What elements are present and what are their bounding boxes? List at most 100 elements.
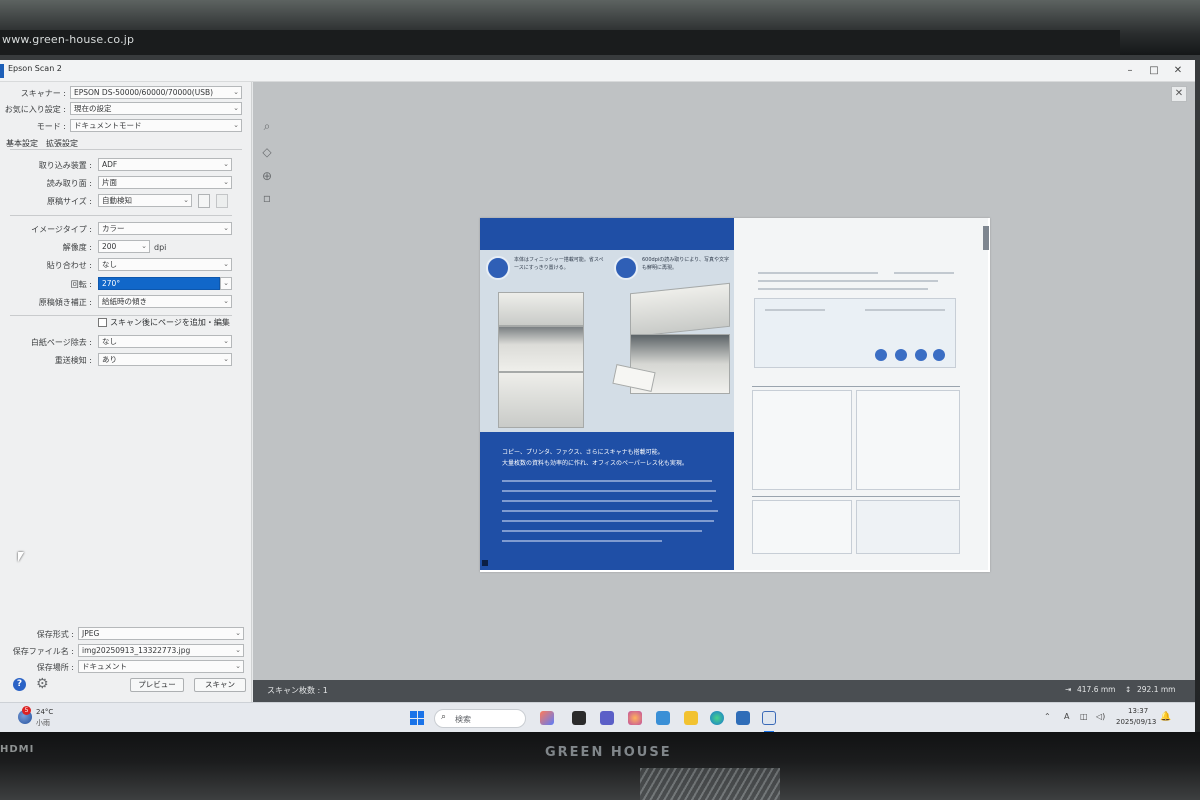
folder-select-value: ドキュメント (82, 662, 127, 671)
chevron-down-icon: ⌄ (223, 260, 229, 268)
weather-temperature: 24°C (36, 708, 54, 716)
format-label: 保存形式 : (36, 630, 74, 639)
document-text-line (894, 272, 954, 274)
store-icon[interactable] (736, 711, 750, 725)
blank-skip-select-value: なし (102, 337, 117, 346)
sides-select[interactable]: 片面 ⌄ (98, 176, 232, 189)
task-view-icon[interactable] (572, 711, 586, 725)
network-icon[interactable]: ◫ (1080, 712, 1088, 721)
chevron-down-icon[interactable]: ⌄ (220, 277, 232, 290)
document-text-line (758, 272, 878, 274)
skew-select[interactable]: 給紙時の傾き ⌄ (98, 295, 232, 308)
thumbnail-icon[interactable]: ▫ (259, 190, 275, 206)
teams-icon[interactable] (600, 711, 614, 725)
preview-close-icon[interactable]: ✕ (1171, 86, 1187, 102)
copilot-icon[interactable] (540, 711, 554, 725)
source-select[interactable]: ADF ⌄ (98, 158, 232, 171)
document-page-marker (482, 560, 488, 566)
preview-button[interactable]: プレビュー (130, 678, 184, 692)
document-text-line (765, 309, 825, 311)
height-ruler-icon: ↕ (1125, 685, 1132, 694)
tab-advanced-settings[interactable]: 拡張設定 (46, 138, 78, 149)
add-pages-checkbox[interactable] (98, 318, 107, 327)
bezel-hdmi-label: HDMI (0, 744, 35, 755)
zoom-icon[interactable]: ⌕ (259, 118, 275, 134)
volume-icon[interactable]: ◁) (1096, 712, 1105, 721)
search-placeholder: 検索 (455, 715, 471, 724)
width-value: 417.6 mm (1077, 685, 1116, 694)
file-explorer-icon[interactable] (684, 711, 698, 725)
chevron-down-icon: ⌄ (223, 297, 229, 305)
imagetype-select[interactable]: カラー ⌄ (98, 222, 232, 235)
weather-badge: 5 (22, 706, 31, 715)
document-text-line (502, 510, 718, 512)
printer-body-image (498, 326, 584, 372)
bezel-brand-logo: GREEN HOUSE (545, 745, 672, 760)
scan-button[interactable]: スキャン (194, 678, 246, 692)
ime-indicator[interactable]: A (1064, 712, 1069, 721)
scanner-select[interactable]: EPSON DS-50000/60000/70000(USB) ⌄ (70, 86, 242, 99)
settings-panel: スキャナー : EPSON DS-50000/60000/70000(USB) ⌄… (0, 82, 252, 714)
folder-select[interactable]: ドキュメント ⌄ (78, 660, 244, 673)
filename-select-value: img20250913_13322773.jpg (82, 646, 191, 655)
scanned-document: 本体はフィニッシャー搭載可能。省スペースにすっきり置ける。 600dpiの読み取… (480, 218, 990, 572)
printer-drawers-image (498, 372, 584, 428)
format-select[interactable]: JPEG ⌄ (78, 627, 244, 640)
monitor-photo: www.green-house.co.jp Epson Scan 2 – □ ✕… (0, 0, 1200, 800)
chevron-down-icon: ⌄ (183, 196, 189, 204)
document-diagram-panel (754, 298, 956, 368)
document-diagram-dot (895, 349, 907, 361)
copilot-app-icon[interactable] (628, 711, 642, 725)
clock-date[interactable]: 2025/09/13 (1116, 718, 1156, 726)
document-text-line (865, 309, 945, 311)
preset-select[interactable]: 現在の設定 ⌄ (70, 102, 242, 115)
add-page-icon[interactable]: ⊕ (259, 168, 275, 184)
resolution-select[interactable]: 200 ⌄ (98, 240, 150, 253)
width-ruler-icon: ⇥ (1065, 685, 1072, 694)
filename-select[interactable]: img20250913_13322773.jpg ⌄ (78, 644, 244, 657)
folder-label: 保存場所 : (36, 663, 74, 672)
taskbar-search-box[interactable]: ⌕ 検索 (434, 709, 526, 728)
notification-bell-icon[interactable]: 🔔 (1160, 712, 1171, 722)
windows-start-icon[interactable] (410, 711, 424, 725)
clock-time[interactable]: 13:37 (1128, 707, 1148, 715)
weather-condition: 小雨 (36, 719, 50, 727)
imagetype-label: イメージタイプ : (31, 225, 92, 234)
document-text-line (502, 530, 702, 532)
document-right-page (734, 218, 988, 570)
close-button[interactable]: ✕ (1170, 63, 1186, 79)
height-value: 292.1 mm (1137, 685, 1176, 694)
tab-divider (10, 149, 242, 150)
chevron-down-icon: ⌄ (233, 104, 239, 112)
minimize-button[interactable]: – (1122, 63, 1138, 79)
document-headline-2: 600dpiの読み取りにより、写真や文字も鮮明に再現。 (642, 257, 729, 271)
rotate-select-value: 270° (102, 279, 121, 288)
docsize-select[interactable]: 自動検知 ⌄ (98, 194, 192, 207)
document-text-line (502, 480, 712, 482)
skew-label: 原稿傾き補正 : (38, 298, 92, 307)
tab-basic-settings[interactable]: 基本設定 (6, 138, 38, 149)
help-icon[interactable]: ? (13, 678, 26, 691)
gear-icon[interactable]: ⚙ (36, 676, 49, 692)
blank-skip-select[interactable]: なし ⌄ (98, 335, 232, 348)
printer-closeup-top-image (630, 282, 730, 338)
chevron-up-icon[interactable]: ⌃ (1044, 712, 1051, 721)
docsize-detect-icon[interactable] (216, 194, 228, 208)
docsize-settings-icon[interactable] (198, 194, 210, 208)
document-spec-table (856, 500, 960, 554)
monitor-app-icon[interactable] (656, 711, 670, 725)
document-left-page: 本体はフィニッシャー搭載可能。省スペースにすっきり置ける。 600dpiの読み取… (480, 218, 734, 570)
chevron-down-icon: ⌄ (235, 629, 241, 637)
epson-scan-taskbar-icon[interactable] (762, 711, 776, 725)
document-text-line (502, 490, 716, 492)
rotate-select[interactable]: 270° (98, 277, 220, 290)
eraser-icon[interactable]: ◇ (259, 144, 275, 160)
maximize-button[interactable]: □ (1146, 63, 1162, 79)
scanner-label: スキャナー : (20, 89, 66, 98)
document-scrollbar[interactable] (983, 226, 989, 250)
stitch-select[interactable]: なし ⌄ (98, 258, 232, 271)
double-feed-select[interactable]: あり ⌄ (98, 353, 232, 366)
edge-browser-icon[interactable] (710, 711, 724, 725)
mode-select[interactable]: ドキュメントモード ⌄ (70, 119, 242, 132)
bezel-url-text: www.green-house.co.jp (2, 33, 135, 46)
